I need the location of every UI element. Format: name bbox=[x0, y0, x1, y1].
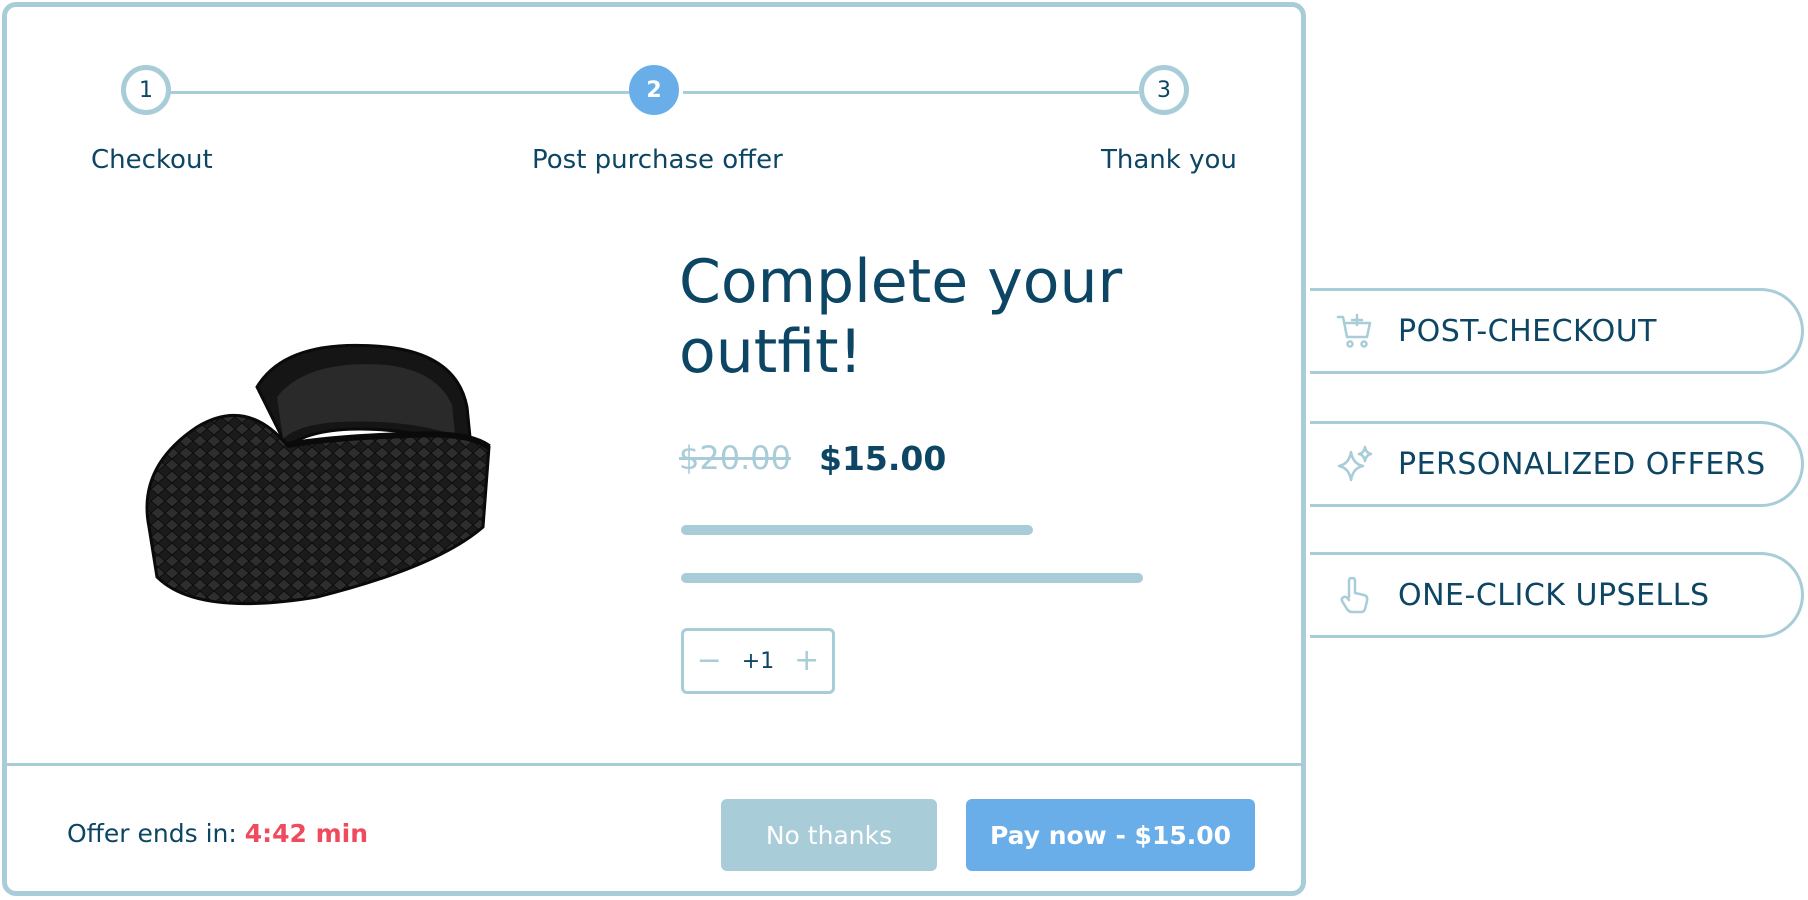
feature-label: PERSONALIZED OFFERS bbox=[1398, 446, 1766, 482]
feature-label: POST-CHECKOUT bbox=[1398, 313, 1657, 349]
step-1-label: Checkout bbox=[91, 145, 213, 175]
sparkles-icon bbox=[1334, 443, 1376, 485]
description-placeholder-line bbox=[681, 525, 1033, 535]
feature-one-click-upsells: ONE-CLICK UPSELLS bbox=[1310, 552, 1804, 638]
quantity-value: +1 bbox=[741, 648, 775, 674]
offer-title: Complete your outfit! bbox=[679, 247, 1123, 387]
offer-label: Offer ends in: bbox=[67, 819, 237, 848]
plus-icon[interactable]: + bbox=[789, 646, 825, 676]
pointer-hand-icon bbox=[1334, 574, 1376, 616]
step-3-label: Thank you bbox=[1101, 145, 1237, 175]
minus-icon[interactable]: − bbox=[691, 646, 727, 676]
product-image bbox=[145, 343, 491, 606]
no-thanks-button[interactable]: No thanks bbox=[721, 799, 937, 871]
offer-timer: 4:42 min bbox=[244, 819, 369, 848]
step-2-circle: 2 bbox=[629, 65, 679, 115]
pay-now-button[interactable]: Pay now - $15.00 bbox=[966, 799, 1255, 871]
step-connector bbox=[683, 91, 1139, 94]
feature-label: ONE-CLICK UPSELLS bbox=[1398, 577, 1710, 613]
cart-plus-icon bbox=[1334, 310, 1376, 352]
step-1-circle: 1 bbox=[121, 65, 171, 115]
feature-personalized-offers: PERSONALIZED OFFERS bbox=[1310, 421, 1804, 507]
feature-post-checkout: POST-CHECKOUT bbox=[1310, 288, 1804, 374]
original-price: $20.00 bbox=[679, 439, 791, 477]
offer-card: 1 2 3 Checkout Post purchase offer Thank… bbox=[2, 2, 1306, 896]
step-3-circle: 3 bbox=[1139, 65, 1189, 115]
step-2-label: Post purchase offer bbox=[532, 145, 783, 175]
offer-countdown: Offer ends in: 4:42 min bbox=[67, 819, 368, 848]
footer-divider bbox=[7, 763, 1301, 766]
quantity-stepper: − +1 + bbox=[681, 628, 835, 694]
sale-price: $15.00 bbox=[819, 439, 947, 478]
description-placeholder-line bbox=[681, 573, 1143, 583]
step-connector bbox=[149, 91, 629, 94]
